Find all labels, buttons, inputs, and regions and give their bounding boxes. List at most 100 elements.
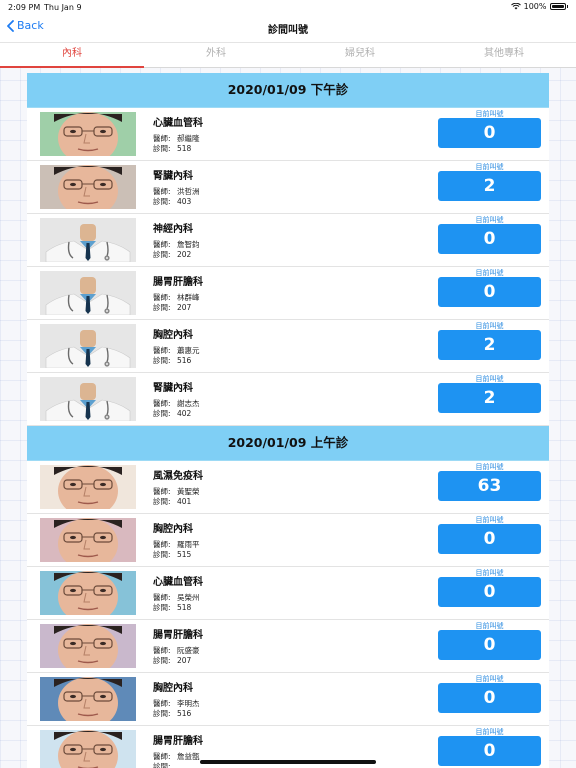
doctor-name: 詹智鈞 bbox=[177, 240, 200, 249]
clinic-queue-list[interactable]: 2020/01/09 下午診 心臟血管科 醫師: 郝繼隆 診間: 518 目前叫號 0 腎臟內科… bbox=[27, 73, 549, 768]
doctor-info: 醫師: 吳榮州 診間: 518 bbox=[153, 593, 200, 613]
current-number-badge: 0 bbox=[438, 736, 541, 766]
tab-2[interactable]: 婦兒科 bbox=[288, 43, 432, 67]
doctor-label: 醫師: bbox=[153, 540, 171, 549]
battery-icon bbox=[549, 3, 566, 10]
room-number: 515 bbox=[177, 550, 192, 559]
doctor-photo bbox=[40, 271, 136, 315]
current-number-badge: 2 bbox=[438, 330, 541, 360]
room-label: 診間: bbox=[153, 656, 171, 665]
room-number: 516 bbox=[177, 709, 192, 718]
doctor-name: 羅雨平 bbox=[177, 540, 200, 549]
doctor-info: 醫師: 謝志杰 診間: 402 bbox=[153, 399, 200, 419]
doctor-name: 黃聖榮 bbox=[177, 487, 200, 496]
current-number-badge: 0 bbox=[438, 524, 541, 554]
doctor-name: 蕭惠元 bbox=[177, 346, 200, 355]
room-label: 診間: bbox=[153, 550, 171, 559]
doctor-label: 醫師: bbox=[153, 487, 171, 496]
battery-percent: 100% bbox=[523, 2, 547, 11]
department-name: 心臟血管科 bbox=[153, 118, 203, 129]
doctor-info: 醫師: 黃聖榮 診間: 401 bbox=[153, 487, 200, 507]
clinic-row[interactable]: 風濕免疫科 醫師: 黃聖榮 診間: 401 目前叫號 63 bbox=[27, 461, 549, 514]
clinic-row[interactable]: 心臟血管科 醫師: 郝繼隆 診間: 518 目前叫號 0 bbox=[27, 108, 549, 161]
room-label: 診間: bbox=[153, 303, 171, 312]
doctor-photo bbox=[40, 677, 136, 721]
clinic-row[interactable]: 腸胃肝膽科 醫師: 林群峰 診間: 207 目前叫號 0 bbox=[27, 267, 549, 320]
department-name: 腎臟內科 bbox=[153, 171, 193, 182]
home-indicator bbox=[200, 760, 376, 764]
department-name: 神經內科 bbox=[153, 224, 193, 235]
room-label: 診間: bbox=[153, 603, 171, 612]
clinic-row[interactable]: 腎臟內科 醫師: 洪哲洲 診間: 403 目前叫號 2 bbox=[27, 161, 549, 214]
room-label: 診間: bbox=[153, 356, 171, 365]
room-label: 診間: bbox=[153, 497, 171, 506]
tab-0[interactable]: 內科 bbox=[0, 43, 144, 68]
room-label: 診間: bbox=[153, 144, 171, 153]
room-number: 518 bbox=[177, 603, 192, 612]
department-name: 胸腔內科 bbox=[153, 330, 193, 341]
doctor-name: 郝繼隆 bbox=[177, 134, 200, 143]
current-number-badge: 0 bbox=[438, 577, 541, 607]
section-header: 2020/01/09 下午診 bbox=[27, 73, 549, 108]
department-name: 胸腔內科 bbox=[153, 683, 193, 694]
doctor-photo bbox=[40, 324, 136, 368]
doctor-name: 吳榮州 bbox=[177, 593, 200, 602]
department-name: 腎臟內科 bbox=[153, 383, 193, 394]
clinic-row[interactable]: 胸腔內科 醫師: 蕭惠元 診間: 516 目前叫號 2 bbox=[27, 320, 549, 373]
doctor-photo bbox=[40, 165, 136, 209]
clinic-row[interactable]: 胸腔內科 醫師: 羅雨平 診間: 515 目前叫號 0 bbox=[27, 514, 549, 567]
status-time: 2:09 PM bbox=[8, 3, 41, 12]
tab-1[interactable]: 外科 bbox=[144, 43, 288, 67]
current-number-badge: 2 bbox=[438, 171, 541, 201]
doctor-photo bbox=[40, 518, 136, 562]
status-bar: 2:09 PM Thu Jan 9 100% bbox=[0, 0, 576, 14]
department-name: 心臟血管科 bbox=[153, 577, 203, 588]
room-number: 403 bbox=[177, 197, 192, 206]
room-label: 診間: bbox=[153, 250, 171, 259]
room-number: 207 bbox=[177, 303, 192, 312]
department-name: 腸胃肝膽科 bbox=[153, 630, 203, 641]
room-number: 516 bbox=[177, 356, 192, 365]
clinic-row[interactable]: 心臟血管科 醫師: 吳榮州 診間: 518 目前叫號 0 bbox=[27, 567, 549, 620]
room-number: 207 bbox=[177, 656, 192, 665]
doctor-photo bbox=[40, 571, 136, 615]
doctor-info: 醫師: 李明杰 診間: 516 bbox=[153, 699, 200, 719]
doctor-info: 醫師: 詹益甑 診間: bbox=[153, 752, 200, 768]
doctor-label: 醫師: bbox=[153, 399, 171, 408]
room-label: 診間: bbox=[153, 709, 171, 718]
doctor-photo bbox=[40, 465, 136, 509]
doctor-info: 醫師: 蕭惠元 診間: 516 bbox=[153, 346, 200, 366]
tab-3[interactable]: 其他專科 bbox=[432, 43, 576, 67]
doctor-info: 醫師: 郝繼隆 診間: 518 bbox=[153, 134, 200, 154]
current-number-badge: 0 bbox=[438, 118, 541, 148]
doctor-label: 醫師: bbox=[153, 240, 171, 249]
room-number: 402 bbox=[177, 409, 192, 418]
clinic-row[interactable]: 神經內科 醫師: 詹智鈞 診間: 202 目前叫號 0 bbox=[27, 214, 549, 267]
doctor-info: 醫師: 羅雨平 診間: 515 bbox=[153, 540, 200, 560]
clinic-row[interactable]: 腸胃肝膽科 醫師: 阮盛豪 診間: 207 目前叫號 0 bbox=[27, 620, 549, 673]
current-number-badge: 0 bbox=[438, 683, 541, 713]
doctor-photo bbox=[40, 624, 136, 668]
doctor-label: 醫師: bbox=[153, 346, 171, 355]
doctor-photo bbox=[40, 218, 136, 262]
clinic-row[interactable]: 腎臟內科 醫師: 謝志杰 診間: 402 目前叫號 2 bbox=[27, 373, 549, 426]
doctor-name: 李明杰 bbox=[177, 699, 200, 708]
room-number: 401 bbox=[177, 497, 192, 506]
page-title: 診間叫號 bbox=[268, 25, 308, 36]
doctor-photo bbox=[40, 730, 136, 768]
doctor-info: 醫師: 阮盛豪 診間: 207 bbox=[153, 646, 200, 666]
current-number-badge: 0 bbox=[438, 224, 541, 254]
current-number-badge: 2 bbox=[438, 383, 541, 413]
clinic-row[interactable]: 胸腔內科 醫師: 李明杰 診間: 516 目前叫號 0 bbox=[27, 673, 549, 726]
doctor-info: 醫師: 洪哲洲 診間: 403 bbox=[153, 187, 200, 207]
room-number: 518 bbox=[177, 144, 192, 153]
department-name: 腸胃肝膽科 bbox=[153, 277, 203, 288]
section-header: 2020/01/09 上午診 bbox=[27, 426, 549, 461]
doctor-photo bbox=[40, 377, 136, 421]
current-number-badge: 0 bbox=[438, 277, 541, 307]
doctor-label: 醫師: bbox=[153, 593, 171, 602]
doctor-label: 醫師: bbox=[153, 752, 171, 761]
doctor-name: 詹益甑 bbox=[177, 752, 200, 761]
doctor-label: 醫師: bbox=[153, 187, 171, 196]
doctor-name: 林群峰 bbox=[177, 293, 200, 302]
